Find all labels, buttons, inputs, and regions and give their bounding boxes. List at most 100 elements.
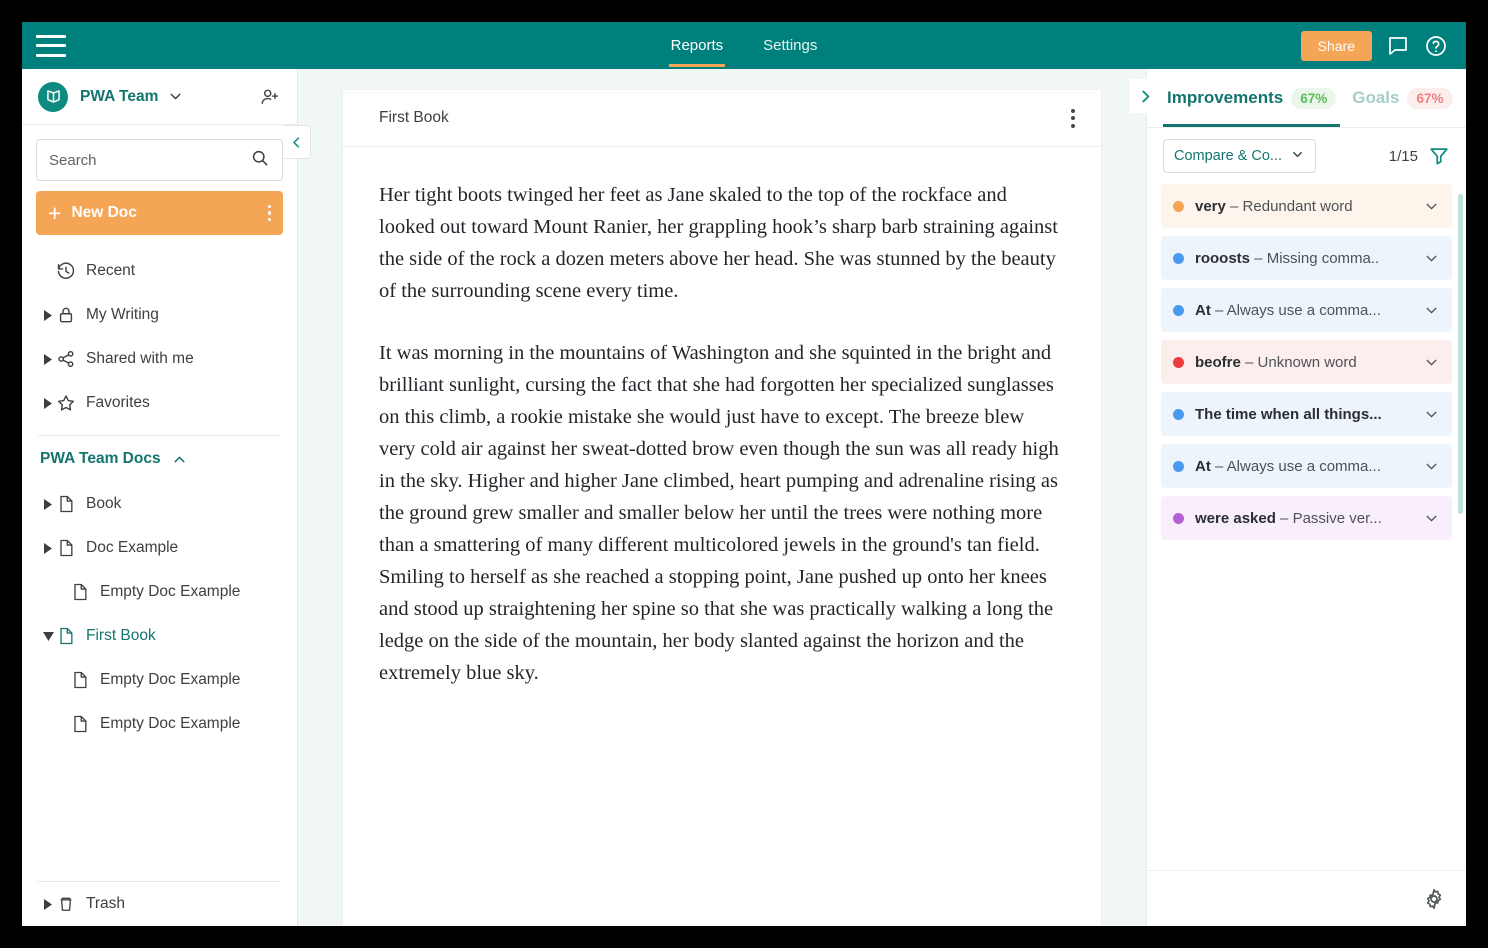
section-pwa-team-docs[interactable]: PWA Team Docs [22, 436, 297, 482]
triangle-right-icon[interactable] [40, 309, 56, 321]
suggestion-desc: – Always use a comma... [1210, 457, 1381, 475]
new-doc-container: + New Doc [22, 191, 297, 247]
tab-settings[interactable]: Settings [755, 25, 825, 67]
chevron-down-icon[interactable] [1417, 198, 1440, 215]
sidebar-item-trash[interactable]: Trash [36, 882, 283, 926]
triangle-right-icon[interactable] [40, 498, 56, 510]
suggestion-item[interactable]: very – Redundant word [1161, 184, 1452, 228]
triangle-down-icon[interactable] [40, 631, 56, 641]
sidebar-item-label: Recent [86, 262, 136, 279]
add-user-icon[interactable] [259, 86, 281, 108]
chevron-down-icon[interactable] [1417, 250, 1440, 267]
chevron-down-icon[interactable] [1417, 406, 1440, 423]
search-icon[interactable] [250, 148, 270, 173]
suggestion-term: At [1195, 301, 1211, 319]
suggestion-term: rooosts [1195, 249, 1251, 267]
tab-improvements[interactable]: Improvements 67% [1163, 69, 1341, 127]
suggestion-text: were asked – Passive ver... [1195, 510, 1382, 527]
tree-item-label: Book [86, 495, 122, 512]
tree-item-empty-doc-example[interactable]: Empty Doc Example [36, 570, 283, 614]
file-icon [56, 494, 82, 514]
sidebar-item-shared-with-me[interactable]: Shared with me [36, 337, 283, 381]
suggestion-item[interactable]: At – Always use a comma... [1161, 444, 1452, 488]
gear-icon[interactable] [1422, 887, 1446, 911]
compare-dropdown[interactable]: Compare & Co... [1163, 139, 1316, 173]
new-doc-button[interactable]: + New Doc [36, 191, 283, 235]
new-doc-label: New Doc [71, 204, 137, 221]
chevron-down-icon[interactable] [1417, 302, 1440, 319]
tab-goals[interactable]: Goals 67% [1348, 69, 1456, 127]
book-logo-icon [38, 81, 68, 112]
search-input[interactable] [49, 151, 250, 169]
kebab-menu-icon[interactable] [267, 204, 271, 222]
suggestion-text: rooosts – Missing comma.. [1195, 250, 1379, 267]
trash-icon [56, 894, 82, 914]
suggestion-term: were asked [1195, 509, 1276, 527]
triangle-right-icon[interactable] [40, 542, 56, 554]
sidebar-item-recent[interactable]: Recent [36, 249, 283, 293]
tree-item-label: Empty Doc Example [100, 583, 241, 600]
tree-item-label: Empty Doc Example [100, 715, 241, 732]
sidebar-item-favorites[interactable]: Favorites [36, 381, 283, 425]
triangle-right-icon[interactable] [40, 397, 56, 409]
chevron-right-icon[interactable] [1130, 79, 1160, 113]
plus-icon: + [48, 199, 62, 226]
suggestion-text: At – Always use a comma... [1195, 302, 1381, 319]
chevron-down-icon [1290, 147, 1305, 166]
suggestion-item[interactable]: beofre – Unknown word [1161, 340, 1452, 384]
trash-row: Trash [22, 882, 297, 926]
help-circle-icon[interactable] [1424, 34, 1448, 58]
panel-footer [1147, 870, 1466, 926]
suggestion-term: The time when all things... [1195, 405, 1382, 423]
lock-icon [56, 305, 82, 325]
triangle-right-icon[interactable] [40, 898, 56, 910]
tree-item-book[interactable]: Book [36, 482, 283, 526]
panel-tabs: Improvements 67% Goals 67% [1147, 69, 1466, 127]
tab-reports[interactable]: Reports [663, 25, 732, 67]
suggestion-item[interactable]: At – Always use a comma... [1161, 288, 1452, 332]
tree-item-doc-example[interactable]: Doc Example [36, 526, 283, 570]
chevron-left-icon[interactable] [283, 125, 311, 159]
chevron-down-icon[interactable] [167, 88, 184, 105]
file-icon [70, 670, 96, 690]
search-box[interactable] [36, 139, 283, 181]
kebab-menu-icon[interactable] [1071, 108, 1075, 128]
suggestion-desc: – Always use a comma... [1210, 301, 1381, 319]
section-label: PWA Team Docs [40, 450, 161, 467]
chevron-down-icon[interactable] [1417, 354, 1440, 371]
chevron-down-icon[interactable] [1417, 458, 1440, 475]
severity-dot [1173, 356, 1184, 368]
suggestion-text: At – Always use a comma... [1195, 458, 1381, 475]
tree-item-label: Empty Doc Example [100, 671, 241, 688]
suggestion-desc: – Passive ver... [1275, 509, 1382, 527]
tree-item-label: First Book [86, 627, 156, 644]
paragraph: It was morning in the mountains of Washi… [379, 342, 1059, 684]
tree-item-empty-doc-example[interactable]: Empty Doc Example [36, 658, 283, 702]
panel-toolbar: Compare & Co... 1/15 [1147, 128, 1466, 184]
chevron-up-icon[interactable] [171, 451, 188, 468]
tree-item-first-book[interactable]: First Book [36, 614, 283, 658]
document-card: First Book Her tight boots twinged her f… [342, 89, 1102, 926]
funnel-icon[interactable] [1428, 145, 1450, 167]
triangle-right-icon[interactable] [40, 353, 56, 365]
improvements-score-badge: 67% [1291, 87, 1337, 109]
team-selector[interactable]: PWA Team [22, 69, 297, 125]
sidebar-item-my-writing[interactable]: My Writing [36, 293, 283, 337]
document-body[interactable]: Her tight boots twinged her feet as Jane… [343, 147, 1101, 926]
app-window: Reports Settings Share PWA Team Search +… [22, 22, 1466, 926]
suggestion-item[interactable]: were asked – Passive ver... [1161, 496, 1452, 540]
suggestion-item[interactable]: The time when all things... [1161, 392, 1452, 436]
comment-icon[interactable] [1386, 34, 1410, 58]
share-button[interactable]: Share [1300, 30, 1372, 61]
file-icon [70, 582, 96, 602]
suggestion-item[interactable]: rooosts – Missing comma.. [1161, 236, 1452, 280]
chevron-down-icon[interactable] [1417, 510, 1440, 527]
panel-scrollbar[interactable] [1458, 194, 1463, 514]
doc-tree: Book Doc Example Empty Doc Example First… [22, 482, 297, 746]
top-nav: Reports Settings [22, 22, 1466, 69]
team-name: PWA Team [80, 87, 159, 105]
goals-score-badge: 67% [1407, 87, 1453, 109]
tree-item-empty-doc-example[interactable]: Empty Doc Example [36, 702, 283, 746]
tab-label: Goals [1352, 88, 1400, 107]
sidebar-item-label: Trash [86, 895, 126, 912]
